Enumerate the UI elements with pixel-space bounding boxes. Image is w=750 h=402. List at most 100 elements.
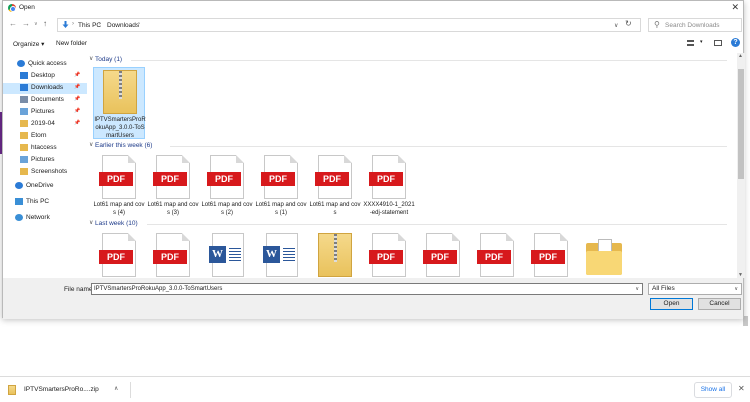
- word-file-icon: W: [262, 233, 300, 278]
- file-tile[interactable]: PDF: [471, 231, 523, 278]
- zip-file-icon: [316, 233, 354, 278]
- nav-item[interactable]: Documents 📌: [3, 95, 87, 106]
- file-tile[interactable]: W: [201, 231, 253, 278]
- word-page: W: [263, 233, 298, 277]
- pdf-page: PDF: [531, 233, 568, 277]
- group-header[interactable]: ∨ Today (1): [87, 55, 727, 65]
- pdf-page: PDF: [153, 233, 190, 277]
- forward-arrow-icon[interactable]: →: [22, 19, 30, 28]
- file-name-dropdown-icon[interactable]: ∨: [635, 284, 639, 294]
- nav-item[interactable]: htaccess: [3, 143, 87, 154]
- pin-icon: 📌: [74, 108, 81, 114]
- nav-item[interactable]: Etorn: [3, 131, 87, 142]
- file-tile[interactable]: PDF Lot61 map and covs (2): [201, 153, 253, 223]
- address-bar[interactable]: › This PC › Downloads › ∨: [57, 18, 641, 32]
- nav-item[interactable]: 2019-04 📌: [3, 119, 87, 130]
- cancel-button[interactable]: Cancel: [698, 298, 741, 310]
- pdf-label: PDF: [423, 250, 457, 264]
- collapse-chevron-icon[interactable]: ∨: [89, 141, 93, 148]
- file-tile[interactable]: PDF: [93, 231, 145, 278]
- preview-pane-icon[interactable]: [714, 40, 722, 46]
- nav-item-label: Quick access: [28, 60, 67, 67]
- file-tile[interactable]: PDF: [363, 231, 415, 278]
- folder-icon: [20, 168, 28, 175]
- file-tile[interactable]: PDF Lot61 map and covs (4): [93, 153, 145, 223]
- breadcrumb-separator-icon: ›: [72, 21, 74, 27]
- nav-item[interactable]: Pictures 📌: [3, 107, 87, 118]
- nav-item[interactable]: Downloads 📌: [3, 83, 87, 94]
- close-icon[interactable]: ✕: [731, 2, 739, 13]
- pin-icon: 📌: [74, 120, 81, 126]
- group-label: Earlier this week (6): [95, 142, 153, 149]
- refresh-icon[interactable]: ↻: [625, 19, 632, 28]
- nav-item[interactable]: Desktop 📌: [3, 71, 87, 82]
- help-icon[interactable]: ?: [731, 38, 740, 47]
- chrome-icon: [8, 4, 16, 12]
- view-dropdown-icon[interactable]: ▾: [700, 39, 703, 45]
- folder-icon: [20, 120, 28, 127]
- breadcrumb-separator-icon[interactable]: ›: [138, 21, 140, 27]
- breadcrumb-this-pc[interactable]: This PC: [78, 22, 101, 29]
- file-tile[interactable]: [579, 231, 631, 278]
- file-tile[interactable]: PDF Lot61 map and covs (3): [147, 153, 199, 223]
- file-tile[interactable]: PDF: [147, 231, 199, 278]
- nav-item[interactable]: Screenshots: [3, 167, 87, 178]
- nav-item-label: Screenshots: [31, 168, 68, 175]
- nav-item[interactable]: Pictures: [3, 155, 87, 166]
- zip-archive: [103, 70, 137, 114]
- download-icon: [20, 84, 28, 91]
- download-options-chevron-icon[interactable]: ∧: [114, 385, 118, 392]
- file-list-scrollbar[interactable]: ▲ ▼: [737, 53, 745, 278]
- back-arrow-icon[interactable]: ←: [9, 19, 17, 28]
- file-tile[interactable]: PDF: [417, 231, 469, 278]
- file-tile[interactable]: PDF XXXX4910-1_2021-edj-statement: [363, 153, 415, 223]
- desktop-icon: [20, 72, 28, 79]
- word-text-lines: [229, 248, 241, 262]
- group-header[interactable]: ∨ Earlier this week (6): [87, 141, 727, 151]
- folder-icon: [20, 144, 28, 151]
- folder-shape: [586, 239, 622, 275]
- pdf-file-icon: PDF: [99, 155, 138, 201]
- pdf-label: PDF: [369, 172, 403, 186]
- file-tile[interactable]: [309, 231, 361, 278]
- nav-item[interactable]: Network: [3, 213, 87, 224]
- breadcrumb-separator-icon[interactable]: ›: [99, 21, 101, 27]
- file-name-field[interactable]: IPTVSmartersProRokuApp_3.0.0-ToSmartUser…: [91, 283, 643, 295]
- collapse-chevron-icon[interactable]: ∨: [89, 219, 93, 226]
- file-type-dropdown-icon[interactable]: ∨: [734, 284, 738, 294]
- close-shelf-icon[interactable]: ✕: [738, 384, 745, 393]
- address-dropdown-icon[interactable]: ∨: [614, 22, 618, 29]
- nav-item[interactable]: This PC: [3, 197, 87, 208]
- up-arrow-icon[interactable]: ↑: [43, 19, 47, 28]
- view-options-icon[interactable]: [687, 40, 694, 46]
- dialog-title: Open: [19, 4, 35, 11]
- file-type-select[interactable]: All Files ∨: [648, 283, 742, 295]
- pdf-file-icon: PDF: [315, 155, 354, 201]
- breadcrumb-downloads[interactable]: Downloads: [107, 22, 139, 29]
- show-all-button[interactable]: Show all: [694, 382, 732, 398]
- file-name-value: IPTVSmartersProRokuApp_3.0.0-ToSmartUser…: [94, 286, 223, 292]
- nav-item-label: 2019-04: [31, 120, 55, 127]
- search-input[interactable]: ⚲ Search Downloads: [648, 18, 742, 32]
- file-tile[interactable]: PDF: [525, 231, 577, 278]
- file-tile[interactable]: PDF Lot61 map and covs: [309, 153, 361, 223]
- file-tile[interactable]: PDF Lot61 map and covs (1): [255, 153, 307, 223]
- pdf-label: PDF: [261, 172, 295, 186]
- collapse-chevron-icon[interactable]: ∨: [89, 55, 93, 62]
- file-tile[interactable]: IPTVSmartersProRokuApp_3.0.0-ToSmartUser…: [93, 67, 146, 139]
- scrollbar-thumb[interactable]: [738, 69, 744, 179]
- nav-item[interactable]: Quick access: [3, 59, 87, 70]
- new-folder-button[interactable]: New folder: [56, 40, 87, 47]
- divider: [130, 382, 131, 398]
- scroll-up-icon[interactable]: ▲: [738, 53, 743, 59]
- pin-icon: 📌: [74, 84, 81, 90]
- file-name: Lot61 map and covs (3): [147, 202, 199, 216]
- file-tile[interactable]: W: [255, 231, 307, 278]
- recent-locations-chevron-icon[interactable]: ∨: [34, 21, 38, 27]
- group-header[interactable]: ∨ Last week (10): [87, 219, 727, 229]
- word-logo: W: [263, 246, 280, 263]
- nav-item[interactable]: OneDrive: [3, 181, 87, 192]
- organize-menu-button[interactable]: Organize ▾: [13, 40, 44, 48]
- open-button[interactable]: Open: [650, 298, 693, 310]
- download-item-name[interactable]: IPTVSmartersProRo....zip: [24, 386, 99, 393]
